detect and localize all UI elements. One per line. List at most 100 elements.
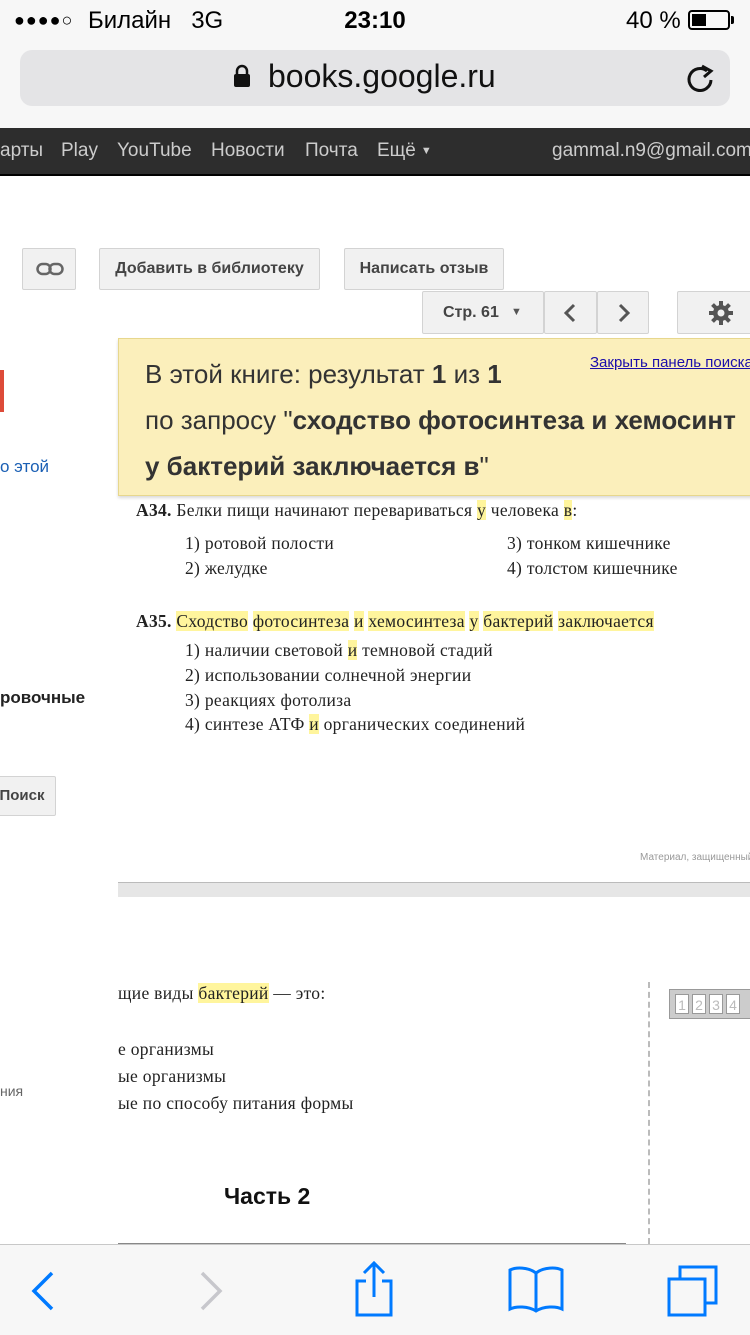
share-link-button[interactable] xyxy=(22,248,76,290)
highlight: бактерий xyxy=(483,611,554,631)
google-nav-bar: арты Play YouTube Новости Почта Ещё ▼ gam… xyxy=(0,128,750,176)
account-email[interactable]: gammal.n9@gmail.com xyxy=(552,140,750,162)
chevron-left-icon xyxy=(562,303,578,328)
query-text: у бактерий заключается в xyxy=(145,451,480,481)
question-text: человека xyxy=(486,500,564,520)
nav-item-more[interactable]: Ещё ▼ xyxy=(377,140,432,162)
search-result-panel: В этой книге: результат 1 из 1 по запрос… xyxy=(118,338,750,496)
option-text: 4) синтезе АТФ xyxy=(185,714,310,734)
sidebar-text: ния xyxy=(0,1083,24,1099)
option-text: темновой стадий xyxy=(357,640,493,660)
chevron-right-icon xyxy=(616,303,632,328)
forward-arrow-icon[interactable] xyxy=(198,1271,224,1316)
copyright-watermark: Материал, защищенный xyxy=(640,852,750,863)
page-selector[interactable]: Стр. 61 ▼ xyxy=(422,291,544,334)
highlight: хемосинтеза xyxy=(368,611,465,631)
highlight: и xyxy=(353,611,364,631)
question-a35: А35. Сходство фотосинтеза и хемосинтеза … xyxy=(136,611,654,632)
result-text: В этой книге: результат xyxy=(145,359,432,389)
bookmarks-icon[interactable] xyxy=(508,1265,564,1318)
result-current: 1 xyxy=(431,359,447,389)
answer-column-divider xyxy=(648,982,650,1244)
browser-toolbar xyxy=(0,1244,750,1335)
lock-icon xyxy=(232,64,252,93)
question-text: Белки пищи начинают перевариваться xyxy=(176,500,477,520)
link-icon xyxy=(36,262,64,281)
answer-box: 4 xyxy=(726,994,740,1014)
nav-item-mail[interactable]: Почта xyxy=(305,140,358,162)
sidebar-heading: ровочные xyxy=(0,688,86,707)
page2-line: щие виды бактерий — это: xyxy=(118,983,326,1004)
caret-down-icon: ▼ xyxy=(511,306,522,318)
query-suffix: " xyxy=(479,451,489,481)
battery-icon xyxy=(688,10,730,30)
question-a34: А34. Белки пищи начинают перевариваться … xyxy=(136,500,578,521)
page2-line: ые организмы xyxy=(118,1066,227,1086)
search-button[interactable]: Поиск xyxy=(0,776,56,816)
section-heading: Часть 2 xyxy=(224,1183,311,1209)
write-review-button[interactable]: Написать отзыв xyxy=(344,248,504,290)
gear-icon xyxy=(708,300,734,331)
share-icon[interactable] xyxy=(352,1260,396,1322)
highlight: у xyxy=(476,500,487,520)
answer-box: 1 xyxy=(675,994,689,1014)
option-text: 1) наличии световой xyxy=(185,640,348,660)
back-arrow-icon[interactable] xyxy=(30,1271,56,1316)
highlight: и xyxy=(347,640,358,660)
next-page-button[interactable] xyxy=(597,291,649,334)
answer-option: 2) желудке xyxy=(185,558,268,578)
question-number: А34. xyxy=(136,500,172,520)
settings-button[interactable] xyxy=(677,291,750,334)
url-text[interactable]: books.google.ru xyxy=(268,58,496,95)
highlight: заключается xyxy=(558,611,654,631)
battery-fill xyxy=(692,14,706,26)
page2-text: щие виды xyxy=(118,983,199,1003)
highlight: фотосинтеза xyxy=(252,611,350,631)
page2-line: ые по способу питания формы xyxy=(118,1093,354,1113)
query-line: у бактерий заключается в" xyxy=(145,451,489,482)
add-to-library-button[interactable]: Добавить в библиотеку xyxy=(99,248,320,290)
nav-item-maps[interactable]: арты xyxy=(0,140,43,162)
highlight: бактерий xyxy=(198,983,269,1003)
nav-item-news[interactable]: Новости xyxy=(211,140,285,162)
answer-boxes: 1 2 3 4 xyxy=(669,989,750,1019)
result-count: В этой книге: результат 1 из 1 xyxy=(145,359,502,390)
sidebar-link[interactable]: о этой xyxy=(0,457,49,477)
page-separator xyxy=(118,882,750,897)
tabs-icon[interactable] xyxy=(666,1265,720,1322)
page2-text: — это: xyxy=(268,983,326,1003)
answer-option: 1) ротовой полости xyxy=(185,533,335,553)
answer-box: 3 xyxy=(709,994,723,1014)
highlight: и xyxy=(309,714,319,734)
caret-down-icon: ▼ xyxy=(420,145,432,157)
highlight: Сходство xyxy=(176,611,249,631)
question-number: А35. xyxy=(136,611,172,631)
page2-line: е организмы xyxy=(118,1039,215,1059)
result-text: из xyxy=(446,359,488,389)
red-button-edge[interactable] xyxy=(0,370,4,412)
close-search-panel-link[interactable]: Закрыть панель поиска xyxy=(590,354,750,371)
status-bar: ●●●●○ Билайн 3G 23:10 40 % xyxy=(0,0,750,40)
option-text: органических соединений xyxy=(318,714,526,734)
answer-option: 4) толстом кишечнике xyxy=(507,558,678,578)
answer-option: 4) синтезе АТФ и органических соединений xyxy=(185,714,525,735)
nav-item-more-label: Ещё xyxy=(377,140,416,161)
answer-option: 2) использовании солнечной энергии xyxy=(185,665,472,685)
reload-icon[interactable] xyxy=(684,60,718,101)
result-total: 1 xyxy=(487,359,502,389)
highlight: у xyxy=(469,611,479,631)
query-prefix: по запросу " xyxy=(145,405,293,435)
nav-item-youtube[interactable]: YouTube xyxy=(117,140,192,162)
question-text: : xyxy=(572,500,578,520)
query-line: по запросу "сходство фотосинтеза и хемос… xyxy=(145,405,736,436)
search-button-label: Поиск xyxy=(0,787,45,804)
battery-tip xyxy=(731,16,734,24)
nav-item-play[interactable]: Play xyxy=(61,140,98,162)
answer-box: 2 xyxy=(692,994,706,1014)
answer-option: 1) наличии световой и темновой стадий xyxy=(185,640,493,661)
previous-page-button[interactable] xyxy=(544,291,597,334)
answer-option: 3) тонком кишечнике xyxy=(507,533,671,553)
answer-option: 3) реакциях фотолиза xyxy=(185,690,352,710)
page-selector-label: Стр. 61 xyxy=(443,304,499,321)
query-text: сходство фотосинтеза и хемосинт xyxy=(292,405,736,435)
